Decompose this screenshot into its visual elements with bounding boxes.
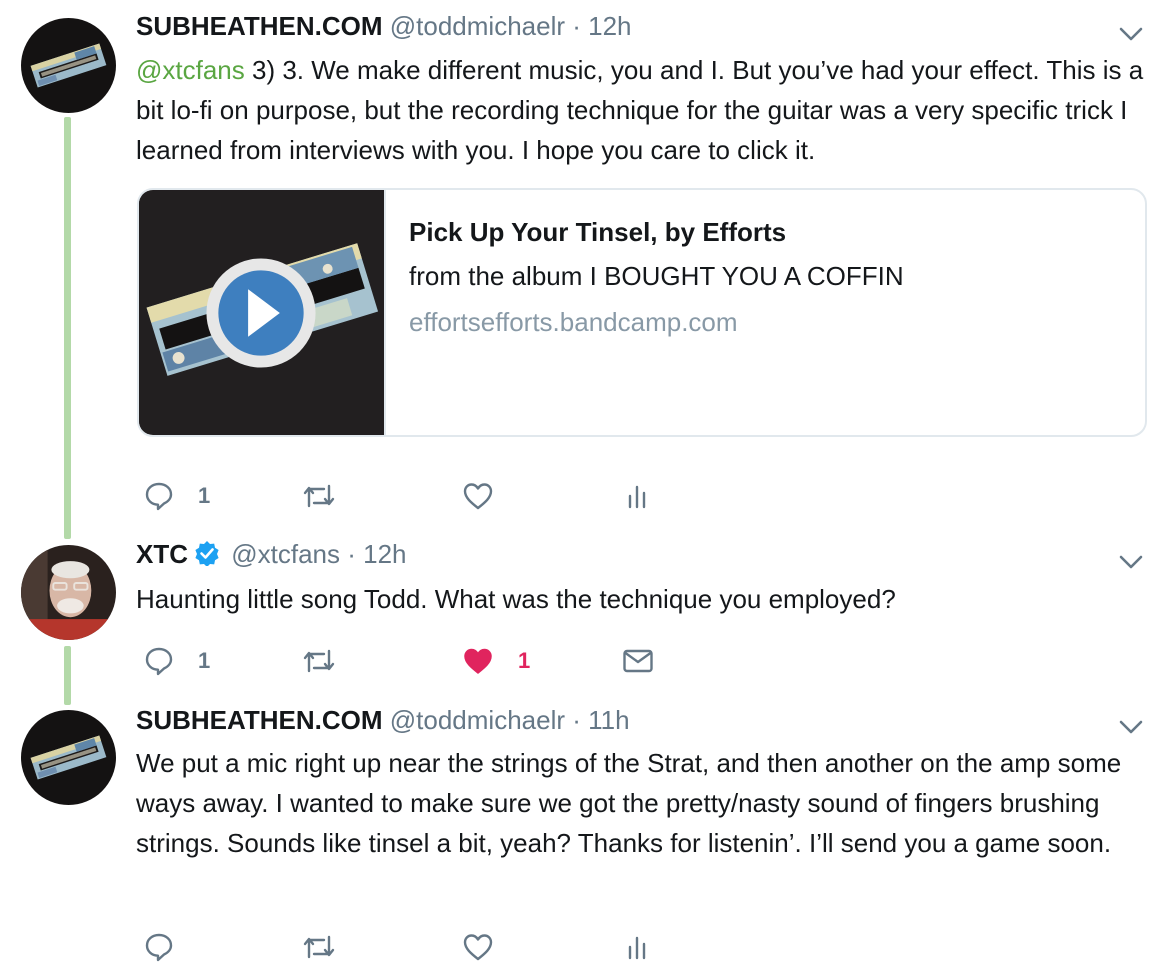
- chevron-down-icon[interactable]: [1118, 553, 1144, 571]
- analytics-button[interactable]: [626, 476, 650, 516]
- heart-icon: [463, 483, 493, 510]
- analytics-icon: [628, 936, 646, 960]
- tweet-header: XTC @xtcfans · 12h: [136, 539, 407, 569]
- retweet-icon: [303, 649, 335, 673]
- timestamp[interactable]: 12h: [588, 11, 631, 41]
- verified-badge-icon: [195, 541, 219, 566]
- chevron-down-icon[interactable]: [1118, 25, 1144, 43]
- like-count: 1: [518, 648, 531, 673]
- card-description: from the album I BOUGHT YOU A COFFIN: [409, 261, 904, 291]
- card-thumbnail[interactable]: [139, 190, 386, 435]
- thread-connector-line: [64, 646, 71, 705]
- link-card[interactable]: Pick Up Your Tinsel, by Efforts from the…: [137, 188, 1147, 437]
- timestamp[interactable]: 12h: [363, 539, 406, 569]
- retweet-button[interactable]: [301, 476, 359, 516]
- tweet-actions: 1 1: [136, 641, 696, 681]
- display-name[interactable]: SUBHEATHEN.COM: [136, 705, 383, 735]
- analytics-icon: [628, 485, 646, 509]
- display-name[interactable]: XTC: [136, 539, 188, 569]
- retweet-button[interactable]: [301, 641, 359, 681]
- tweet-body: 3) 3. We make different music, you and I…: [136, 55, 1144, 165]
- avatar[interactable]: [21, 710, 116, 805]
- tweet-text: Haunting little song Todd. What was the …: [136, 584, 896, 614]
- card-title[interactable]: Pick Up Your Tinsel, by Efforts: [409, 217, 786, 248]
- analytics-button[interactable]: [626, 927, 650, 967]
- chevron-down-icon[interactable]: [1118, 718, 1144, 736]
- heart-icon: [463, 934, 493, 961]
- retweet-button[interactable]: [301, 927, 359, 967]
- heart-filled-icon: [464, 648, 492, 674]
- card-url[interactable]: effortsefforts.bandcamp.com: [409, 307, 738, 338]
- reply-count: 1: [198, 648, 211, 673]
- tweet-header: SUBHEATHEN.COM @toddmichaelr · 12h: [136, 11, 632, 41]
- tweet-actions: 1: [136, 476, 696, 516]
- reply-icon: [145, 933, 173, 962]
- separator: ·: [340, 539, 364, 569]
- user-handle[interactable]: @xtcfans: [231, 539, 340, 569]
- like-button[interactable]: [462, 927, 516, 967]
- mention-link[interactable]: @xtcfans: [136, 55, 245, 85]
- direct-message-button[interactable]: [622, 641, 654, 681]
- display-name[interactable]: SUBHEATHEN.COM: [136, 11, 383, 41]
- reply-button[interactable]: 1: [144, 476, 210, 516]
- tweet-text: @xtcfans 3) 3. We make different music, …: [136, 50, 1156, 170]
- avatar[interactable]: [21, 545, 116, 640]
- envelope-icon: [623, 649, 653, 673]
- like-button[interactable]: 1: [462, 641, 530, 681]
- reply-button[interactable]: [144, 927, 196, 967]
- separator: ·: [565, 705, 589, 735]
- tweet-text: We put a mic right up near the strings o…: [136, 748, 1122, 858]
- thread-connector-line: [64, 117, 71, 539]
- reply-count: 1: [198, 483, 211, 508]
- tweet-header: SUBHEATHEN.COM @toddmichaelr · 11h: [136, 705, 630, 735]
- retweet-icon: [303, 484, 335, 508]
- separator: ·: [565, 11, 589, 41]
- like-button[interactable]: [462, 476, 516, 516]
- user-handle[interactable]: @toddmichaelr: [390, 11, 565, 41]
- reply-button[interactable]: 1: [144, 641, 210, 681]
- tweet-actions: [136, 927, 696, 967]
- avatar[interactable]: [21, 18, 116, 113]
- retweet-icon: [303, 935, 335, 959]
- timestamp[interactable]: 11h: [588, 705, 629, 735]
- reply-icon: [145, 482, 173, 511]
- user-handle[interactable]: @toddmichaelr: [390, 705, 565, 735]
- reply-icon: [145, 647, 173, 676]
